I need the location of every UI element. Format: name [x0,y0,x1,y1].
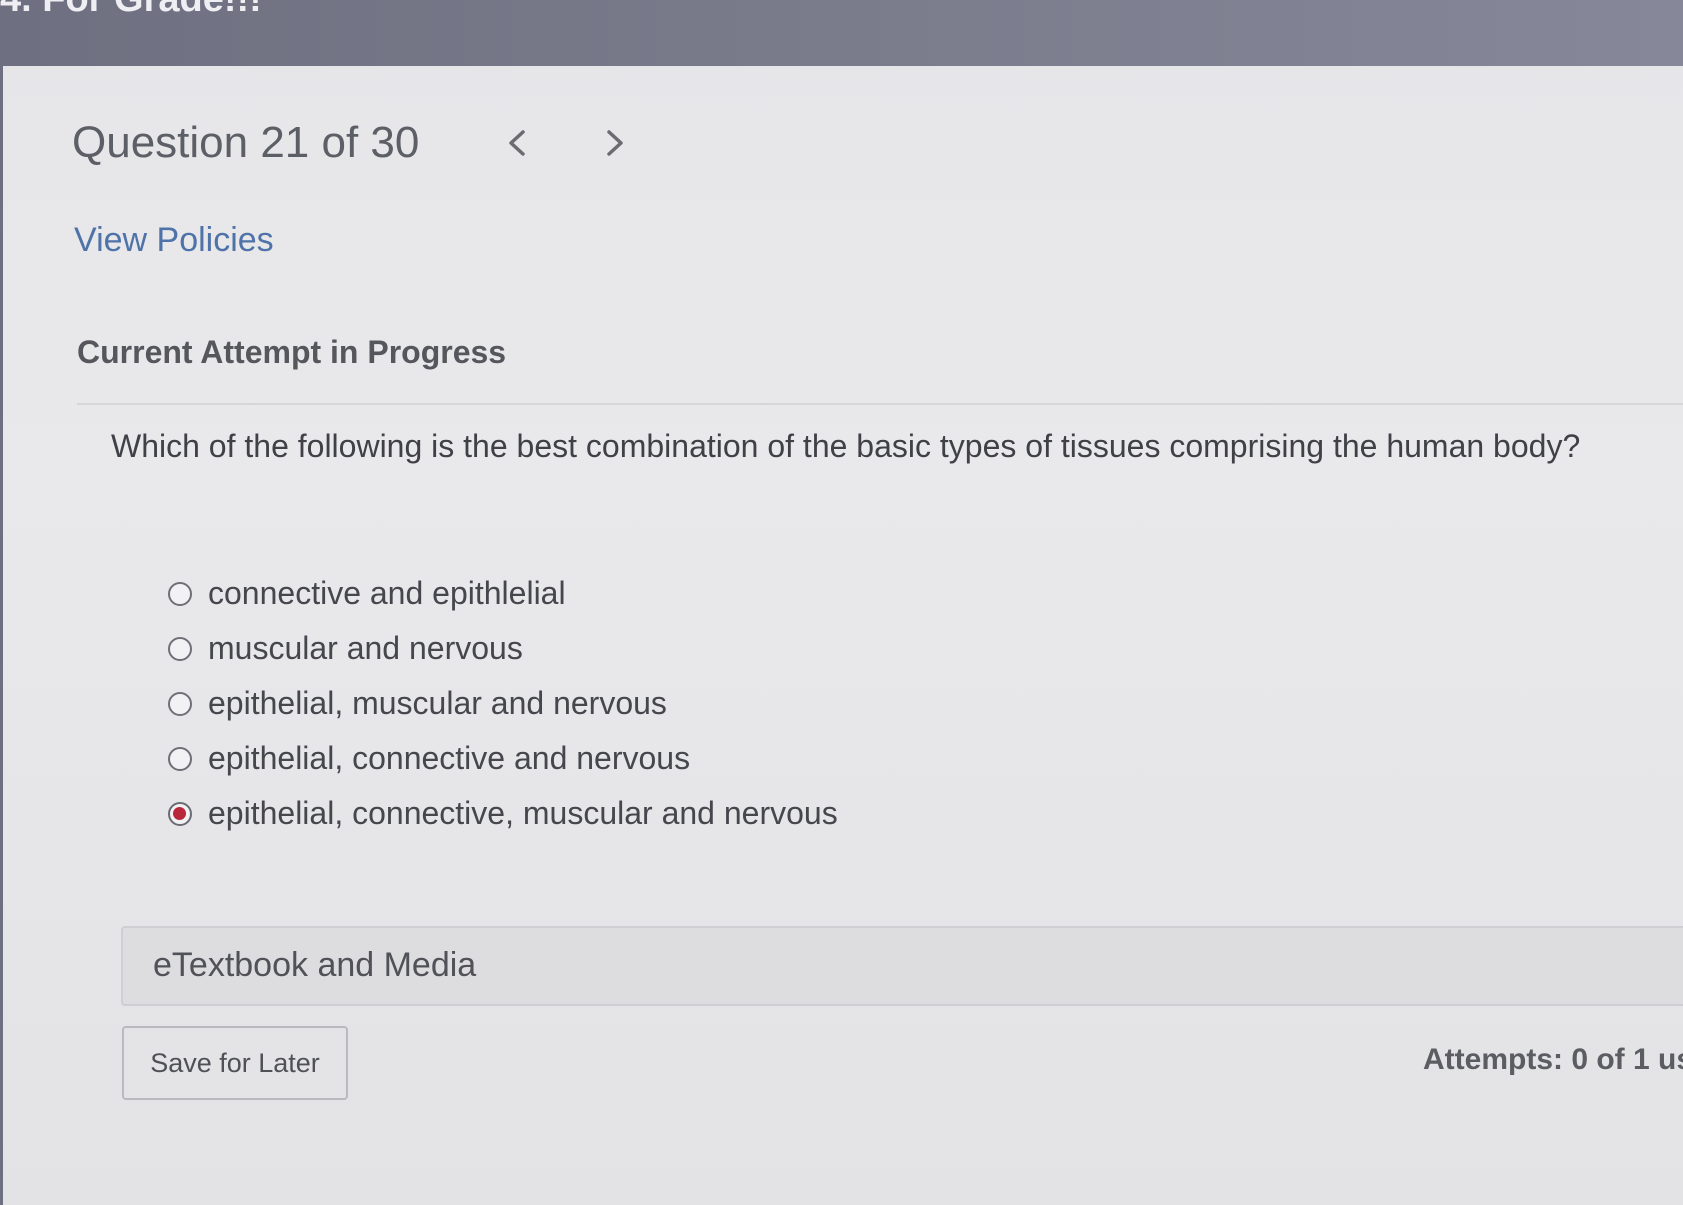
chevron-left-icon[interactable] [497,118,537,168]
question-header: Question 21 of 30 [72,118,635,168]
answer-option[interactable]: connective and epithlelial [168,566,838,621]
view-policies-link[interactable]: View Policies [74,221,274,260]
save-for-later-button[interactable]: Save for Later [122,1026,348,1100]
answer-option[interactable]: epithelial, muscular and nervous [168,676,838,731]
assignment-content: Question 21 of 30 View Policies Current … [0,66,1683,1205]
etextbook-media-panel[interactable]: eTextbook and Media [121,926,1683,1006]
radio-button-selected[interactable] [168,801,192,826]
answer-option-label: connective and epithlelial [208,575,566,611]
attempts-counter: Attempts: 0 of 1 us [1423,1043,1683,1076]
question-text: Which of the following is the best combi… [111,428,1581,464]
answer-option-label: epithelial, connective and nervous [208,740,691,776]
screen: 4. For Grade!!! Question 21 of 30 View P… [0,0,1683,1205]
browser-top-bar: 4. For Grade!!! [0,0,1683,66]
chevron-right-icon[interactable] [595,118,635,168]
answer-options: connective and epithlelial muscular and … [168,566,838,841]
question-counter: Question 21 of 30 [72,118,420,167]
section-divider [77,403,1683,405]
radio-button[interactable] [168,581,192,606]
answer-option-label: epithelial, muscular and nervous [208,685,667,721]
answer-option[interactable]: muscular and nervous [168,621,838,676]
answer-option[interactable]: epithelial, connective, muscular and ner… [168,786,838,841]
radio-button[interactable] [168,746,192,771]
attempt-heading: Current Attempt in Progress [77,334,507,370]
answer-option[interactable]: epithelial, connective and nervous [168,731,838,786]
etextbook-media-label: eTextbook and Media [153,946,477,984]
answer-option-label: muscular and nervous [208,630,523,666]
radio-button[interactable] [168,691,192,716]
radio-button[interactable] [168,636,192,661]
answer-option-label: epithelial, connective, muscular and ner… [208,795,838,831]
top-bar-title: 4. For Grade!!! [0,0,262,21]
